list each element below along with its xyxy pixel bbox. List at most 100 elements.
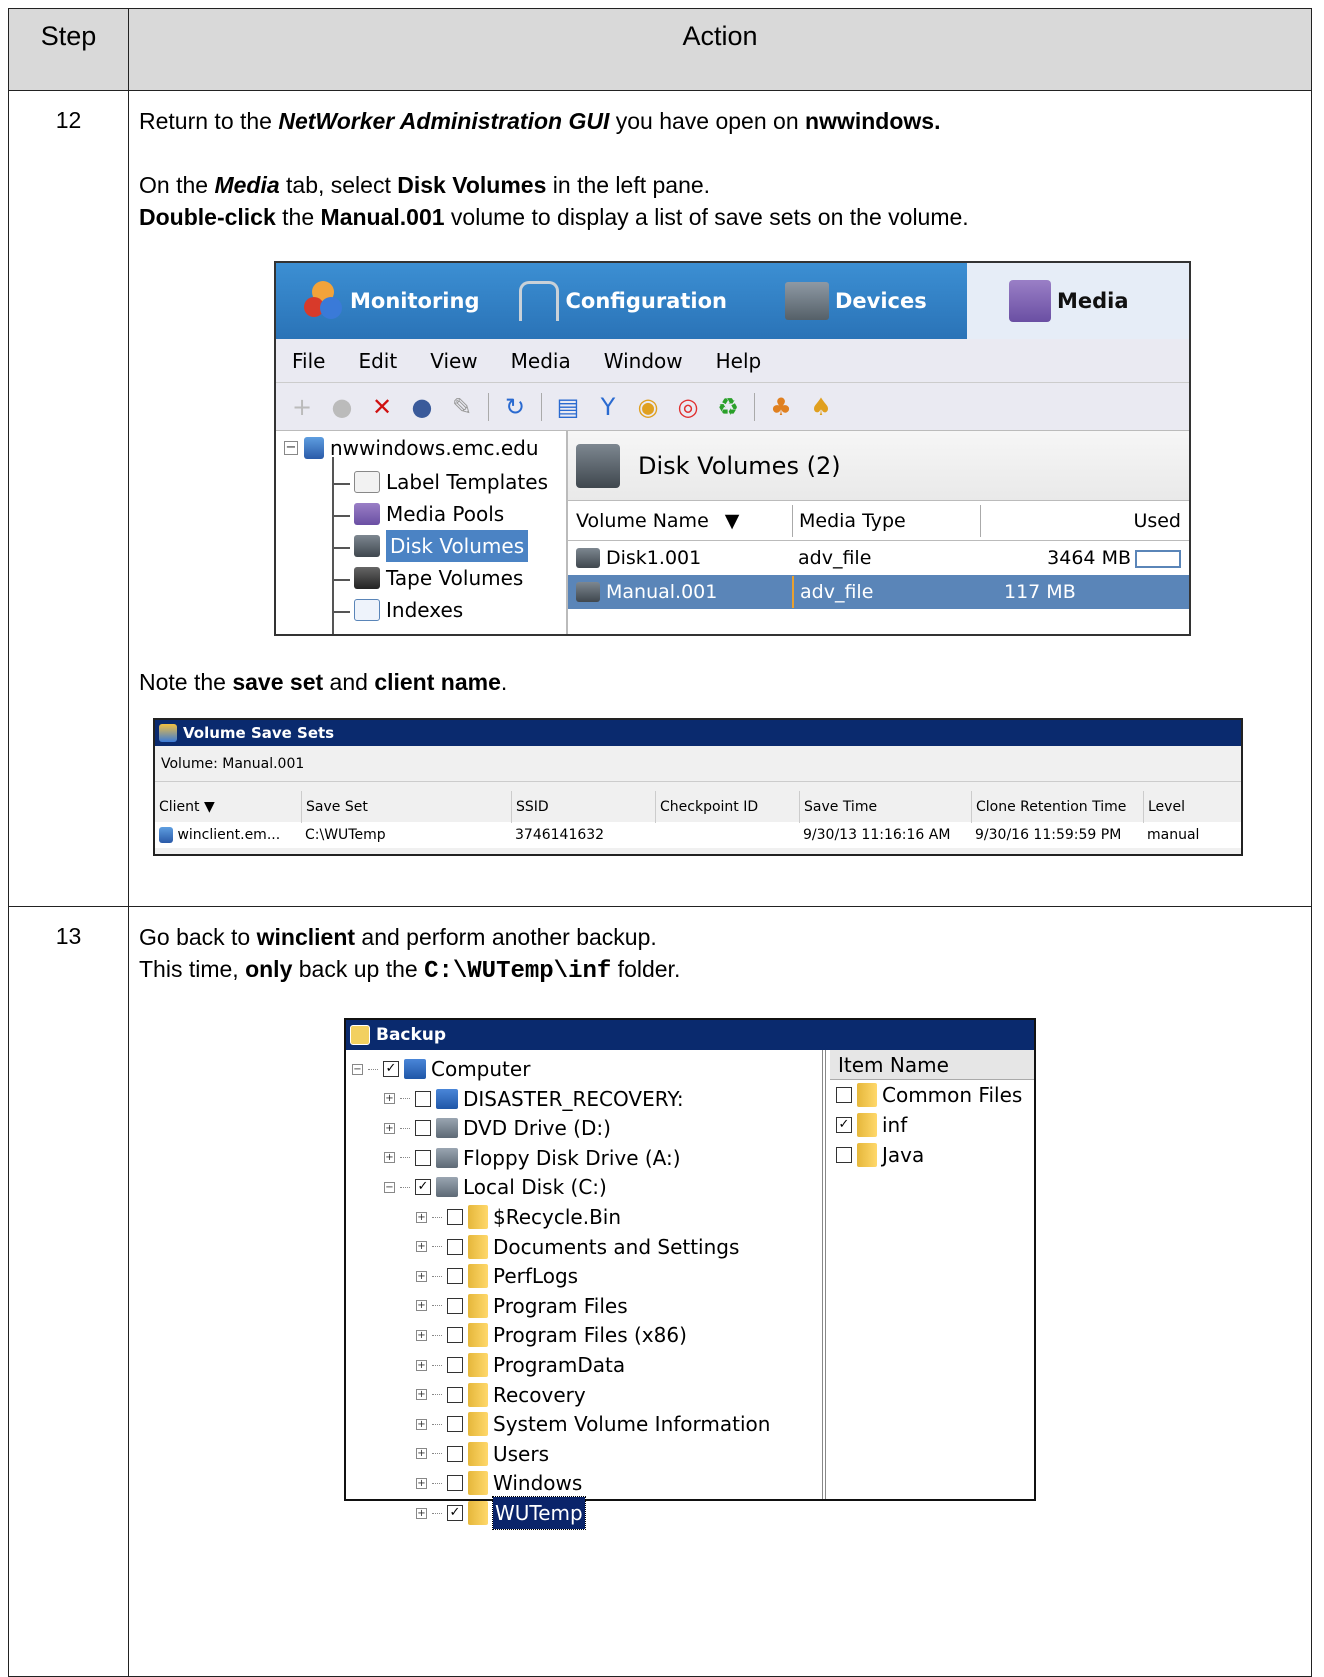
mount-icon[interactable]: ◉ [634,391,662,423]
checkbox[interactable] [447,1386,463,1403]
checkbox[interactable]: ✓ [836,1117,852,1133]
tree-item[interactable]: + Windows [416,1468,582,1498]
checkbox[interactable] [447,1475,463,1492]
checkbox[interactable] [415,1090,431,1107]
tab-devices[interactable]: Devices [784,263,927,339]
tree-item[interactable]: + PerfLogs [416,1261,578,1291]
checkbox[interactable] [447,1357,463,1373]
collapse-icon[interactable]: − [384,1181,395,1193]
tab-media[interactable]: Media [967,263,1189,339]
tree-item[interactable]: + Floppy Disk Drive (A:) [384,1143,681,1173]
tree-item[interactable]: + DVD Drive (D:) [384,1113,611,1143]
help-icon[interactable]: ● [408,391,436,423]
tree-item[interactable]: + Documents and Settings [416,1232,739,1262]
tree-item[interactable]: + Program Files (x86) [416,1320,687,1350]
menu-edit[interactable]: Edit [358,345,397,377]
tree-item-media-pools[interactable]: Media Pools [354,499,504,529]
tree-item-tape-volumes[interactable]: Tape Volumes [354,563,523,593]
expand-icon[interactable]: + [416,1448,427,1460]
tree-connector [432,1482,442,1484]
stage-icon[interactable]: ♠ [807,391,835,423]
info-icon[interactable]: ● [328,391,356,423]
window-title-bar: Volume Save Sets [155,720,1241,746]
search-icon[interactable]: ✎ [448,391,476,423]
list-item[interactable]: Java [830,1140,1034,1170]
tree-item-indexes[interactable]: Indexes [354,595,463,625]
checkbox[interactable]: ✓ [383,1061,399,1077]
tree-item[interactable]: − ✓ Computer [352,1054,530,1084]
tab-monitoring[interactable]: Monitoring [304,263,479,339]
checkbox[interactable] [836,1147,852,1163]
checkbox[interactable] [447,1238,463,1255]
list-item[interactable]: ✓ inf [830,1110,1034,1140]
column-volume-name[interactable]: Volume Name ▼ [568,505,792,537]
expand-icon[interactable]: + [416,1300,427,1312]
expand-icon[interactable]: + [416,1359,427,1371]
expand-icon[interactable]: + [416,1418,427,1430]
clone-icon[interactable]: ♣ [767,391,795,423]
checkbox[interactable]: ✓ [447,1505,463,1521]
tree-item[interactable]: + Program Files [416,1291,628,1321]
refresh-icon[interactable]: ↻ [501,391,529,423]
table-row[interactable]: winclient.em... C:\WUTemp 3746141632 9/3… [155,822,1241,848]
tree-item[interactable]: + ✓ WUTemp [416,1496,586,1530]
tab-configuration[interactable]: Configuration [519,263,727,339]
expand-icon[interactable]: + [384,1122,395,1134]
checkbox[interactable] [447,1297,463,1314]
filter-icon[interactable]: Y [594,391,622,423]
menu-window[interactable]: Window [604,345,683,377]
recycle-icon[interactable]: ♻ [714,391,742,423]
checkbox[interactable]: ✓ [415,1179,431,1196]
tree-item-label: Tape Volumes [386,566,524,590]
menu-media[interactable]: Media [511,345,571,377]
label-icon[interactable]: ▤ [554,391,582,423]
checkbox[interactable] [447,1445,463,1462]
tree-item[interactable]: − ✓ Local Disk (C:) [384,1172,607,1202]
tree-item[interactable]: + $Recycle.Bin [416,1202,621,1232]
collapse-icon[interactable]: − [284,441,298,455]
tree-root[interactable]: − nwwindows.emc.edu [284,433,539,463]
expand-icon[interactable]: + [416,1477,427,1489]
table-row[interactable]: Disk1.001 adv_file 3464 MB [568,541,1189,575]
column-checkpoint-id[interactable]: Checkpoint ID [655,791,799,823]
tree-item-disk-volumes[interactable]: Disk Volumes [354,530,529,562]
menu-help[interactable]: Help [716,345,762,377]
expand-icon[interactable]: + [416,1270,427,1282]
tree-item[interactable]: + Users [416,1439,549,1469]
tree-item[interactable]: + DISASTER_RECOVERY: [384,1084,684,1114]
tree-item[interactable]: + Recovery [416,1380,586,1410]
delete-icon[interactable]: ✕ [368,391,396,423]
tree-item[interactable]: + ProgramData [416,1350,625,1380]
expand-icon[interactable]: + [416,1241,427,1253]
window-title: Backup [376,1025,447,1045]
expand-icon[interactable]: + [416,1389,427,1401]
column-media-type[interactable]: Media Type [792,504,980,537]
menu-file[interactable]: File [292,345,325,377]
volume-name: Manual.001 [606,581,718,603]
checkbox[interactable] [447,1416,463,1433]
column-item-name[interactable]: Item Name [830,1050,1034,1080]
tree-item[interactable]: + System Volume Information [416,1409,770,1439]
checkbox[interactable] [447,1268,463,1285]
expand-icon[interactable]: + [416,1329,427,1341]
expand-icon[interactable]: + [384,1152,395,1164]
tree-root-label: nwwindows.emc.edu [330,436,539,460]
backup-icon [350,1025,370,1045]
checkbox[interactable] [447,1327,463,1344]
list-item[interactable]: Common Files [830,1080,1034,1110]
disk-volume-icon [576,548,600,568]
tree-item-label-templates[interactable]: Label Templates [354,467,548,497]
add-icon[interactable]: + [288,391,316,423]
table-row-selected[interactable]: Manual.001 adv_file 117 MB [568,575,1189,609]
checkbox[interactable] [415,1120,431,1137]
expand-icon[interactable]: + [416,1507,427,1519]
target-icon[interactable]: ◎ [674,391,702,423]
expand-icon[interactable]: + [384,1093,395,1105]
column-used[interactable]: Used [980,504,1189,537]
collapse-icon[interactable]: − [352,1063,363,1075]
menu-view[interactable]: View [430,345,477,377]
expand-icon[interactable]: + [416,1211,427,1223]
checkbox[interactable] [447,1209,463,1225]
checkbox[interactable] [415,1149,431,1166]
checkbox[interactable] [836,1087,852,1103]
